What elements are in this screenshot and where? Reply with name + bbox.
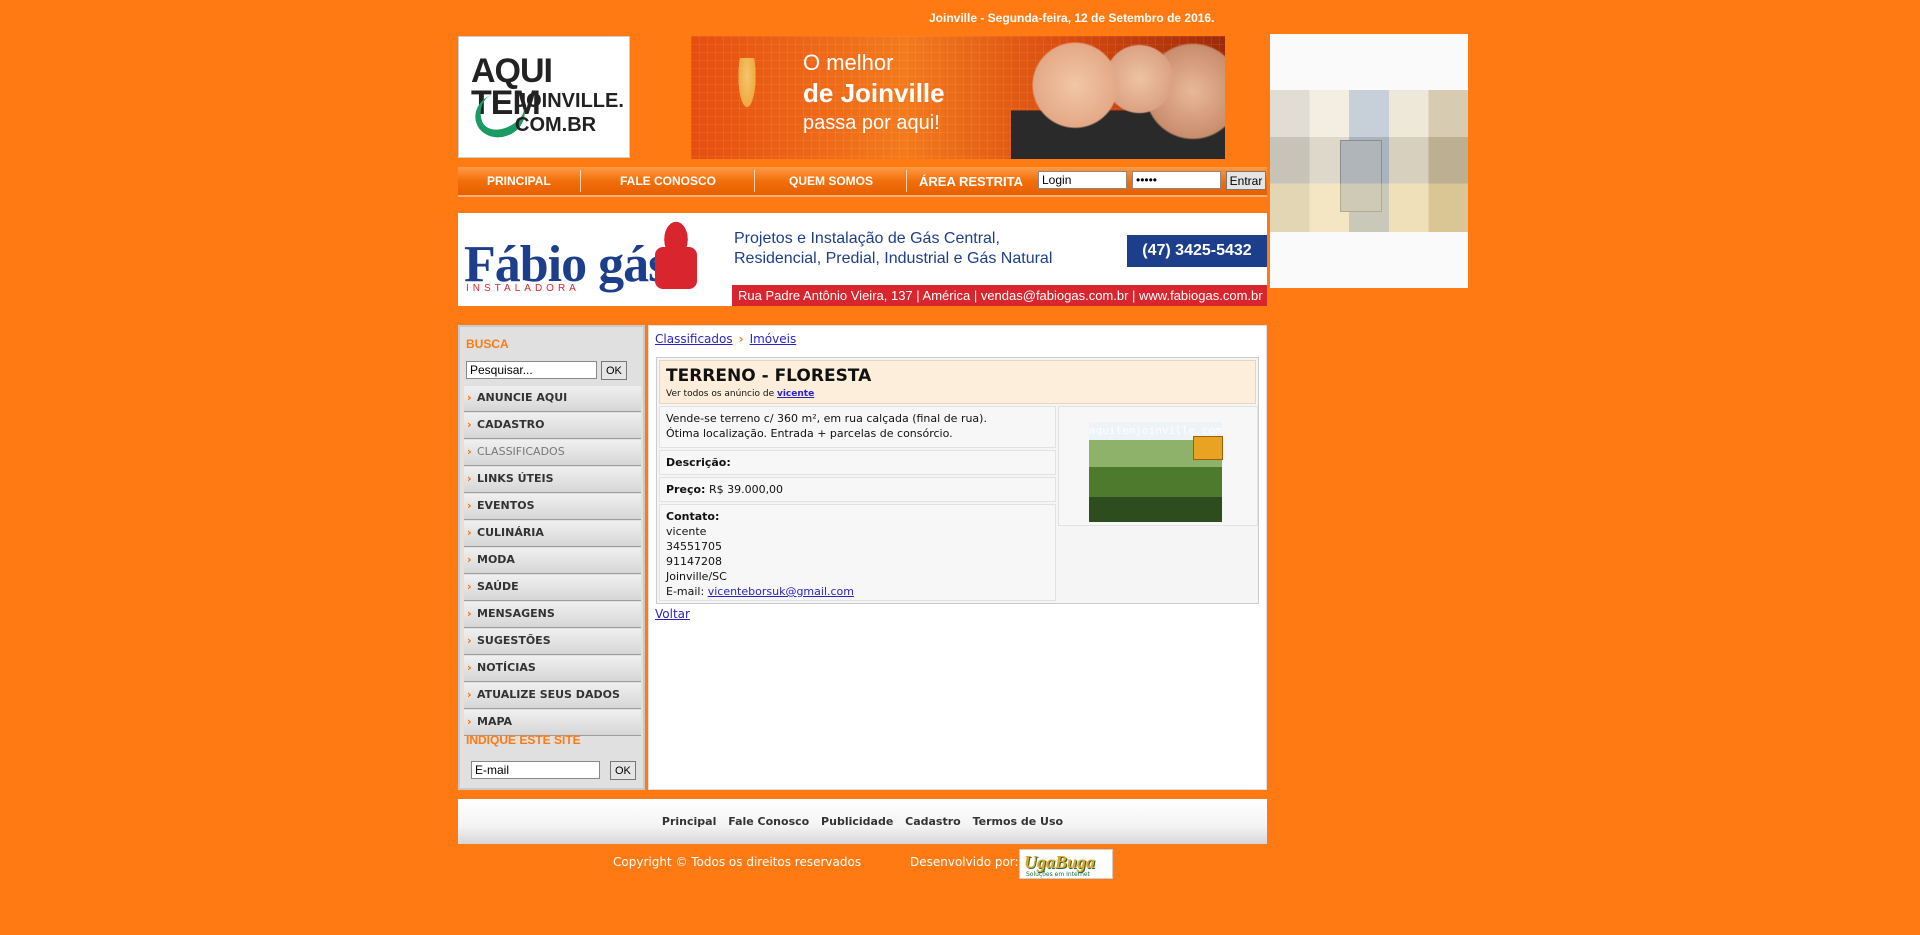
indique-heading: INDIQUE ESTE SITE [466,733,581,747]
indique-ok-button[interactable]: OK [610,761,636,780]
summary-line2: Ótima localização. Entrada + parcelas de… [666,427,953,440]
password-input[interactable] [1132,171,1221,189]
listing-author-link[interactable]: vicente [777,389,814,399]
footer-link-cadastro[interactable]: Cadastro [905,815,961,828]
nav-item-quem-somos[interactable]: QUEM SOMOS [789,174,873,188]
property-collage-image [1270,90,1468,232]
search-ok-button[interactable]: OK [601,361,627,380]
listing-photo[interactable]: aquitemjoinville.com.br [1089,422,1223,522]
listing-descricao: Descrição: [659,450,1056,475]
nav-separator [906,170,907,192]
descricao-label: Descrição: [666,456,731,469]
search-input[interactable] [466,361,597,379]
for-sale-sign-icon [1193,436,1223,460]
banner-line1: O melhor [803,50,894,75]
restricted-area-label: ÁREA RESTRITA [919,174,1023,189]
sidebar-item-cadastro[interactable]: CADASTRO [464,413,641,439]
site-logo[interactable]: AQUI TEM JOINVILLE. COM.BR [458,36,630,158]
listing-contato: Contato: vicente 34551705 91147208 Joinv… [659,504,1056,601]
listing-author: Ver todos os anúncio de vicente [666,389,814,399]
contato-email-link[interactable]: vicenteborsuk@gmail.com [708,585,854,598]
contato-name: vicente [666,525,707,538]
nav-item-fale-conosco[interactable]: FALE CONOSCO [620,174,716,188]
login-submit-button[interactable]: Entrar [1226,171,1266,190]
building-image [1340,140,1382,212]
dev-logo-name: UgaBuga [1024,852,1096,872]
contato-city: Joinville/SC [666,570,727,583]
breadcrumb-imoveis[interactable]: Imóveis [750,332,797,346]
listing-card: TERRENO - FLORESTA Ver todos os anúncio … [656,357,1259,604]
flame-icon [661,217,691,249]
sidebar-item-sugestoes[interactable]: SUGESTÕES [464,629,641,655]
nav-item-principal[interactable]: PRINCIPAL [487,174,551,188]
logo-line2: JOINVILLE. [515,90,624,112]
footer-links: Principal Fale Conosco Publicidade Cadas… [458,815,1267,828]
indique-email-input[interactable] [471,761,600,779]
email-label: E-mail: [666,585,708,598]
sidebar: BUSCA OK ANUNCIE AQUI CADASTRO CLASSIFIC… [458,325,645,790]
main-content: Classificados › Imóveis TERRENO - FLORESTA… [648,325,1267,790]
footer-link-termos[interactable]: Termos de Uso [973,815,1064,828]
listing-photo-cell: aquitemjoinville.com.br [1058,406,1258,526]
sidebar-item-classificados[interactable]: CLASSIFICADOS [464,440,641,466]
sidebar-item-moda[interactable]: MODA [464,548,641,574]
header-date: Joinville - Segunda-feira, 12 de Setembr… [929,11,1215,25]
sidebar-item-culinaria[interactable]: CULINÁRIA [464,521,641,547]
ad-desc-line1: Projetos e Instalação de Gás Central, [734,230,1000,247]
ad-brand-sub: INSTALADORA [466,283,580,294]
contato-phone1: 34551705 [666,540,722,553]
fabio-gas-ad[interactable]: Fábio gás INSTALADORA Projetos e Instala… [458,213,1267,306]
nav-separator [580,170,581,192]
ad-desc-line2: Residencial, Predial, Industrial e Gás N… [734,250,1053,267]
ad-description: Projetos e Instalação de Gás Central, Re… [734,229,1052,269]
sidebar-item-links-uteis[interactable]: LINKS ÚTEIS [464,467,641,493]
logo-line3: COM.BR [515,114,597,136]
developed-by-text: Desenvolvido por: [910,855,1019,869]
banner-line2: de Joinville [803,78,945,108]
header-banner[interactable]: O melhor de Joinville passa por aqui! [691,36,1225,159]
family-photo [1011,36,1225,159]
gas-tank-icon [655,247,697,289]
footer: Principal Fale Conosco Publicidade Cadas… [458,799,1267,844]
footer-link-principal[interactable]: Principal [662,815,716,828]
ad-address: Rua Padre Antônio Vieira, 137 | América … [732,285,1267,306]
summary-line1: Vende-se terreno c/ 360 m², em rua calça… [666,412,987,425]
listing-summary: Vende-se terreno c/ 360 m², em rua calça… [659,406,1056,448]
nav-separator [754,170,755,192]
contato-phone2: 91147208 [666,555,722,568]
ad-phone: (47) 3425-5432 [1127,235,1267,267]
back-link[interactable]: Voltar [655,607,690,621]
footer-link-publicidade[interactable]: Publicidade [821,815,893,828]
breadcrumb-arrow-icon: › [738,332,744,346]
footer-link-fale-conosco[interactable]: Fale Conosco [728,815,809,828]
sidebar-item-noticias[interactable]: NOTÍCIAS [464,656,641,682]
contato-email-row: E-mail: vicenteborsuk@gmail.com [666,584,1049,599]
listing-title: TERRENO - FLORESTA [666,366,872,386]
sidebar-item-anuncie-aqui[interactable]: ANUNCIE AQUI [464,386,641,412]
sidebar-item-saude[interactable]: SAÚDE [464,575,641,601]
breadcrumb: Classificados › Imóveis [655,332,796,346]
sidebar-item-eventos[interactable]: EVENTOS [464,494,641,520]
side-banner[interactable] [1270,34,1468,288]
copyright-text: Copyright © Todos os direitos reservados [613,855,862,869]
sidebar-menu: ANUNCIE AQUI CADASTRO CLASSIFICADOS LINK… [464,386,641,737]
banner-line3: passa por aqui! [803,112,940,134]
contato-label: Contato: [666,510,720,523]
breadcrumb-classificados[interactable]: Classificados [655,332,733,346]
preco-label: Preço: [666,483,706,496]
search-heading: BUSCA [466,337,509,351]
preco-value: R$ 39.000,00 [708,483,784,496]
dev-logo-sub: Soluções em Internet [1026,871,1090,878]
listing-header: TERRENO - FLORESTA Ver todos os anúncio … [659,360,1256,404]
main-nav: PRINCIPAL FALE CONOSCO QUEM SOMOS ÁREA R… [458,167,1267,197]
listing-preco: Preço: R$ 39.000,00 [659,477,1056,502]
sidebar-item-atualize-dados[interactable]: ATUALIZE SEUS DADOS [464,683,641,709]
login-input[interactable] [1038,171,1127,189]
listing-author-prefix: Ver todos os anúncio de [666,389,777,399]
sidebar-item-mensagens[interactable]: MENSAGENS [464,602,641,628]
developer-logo[interactable]: UgaBuga Soluções em Internet [1019,849,1113,879]
dancer-image [727,58,767,148]
